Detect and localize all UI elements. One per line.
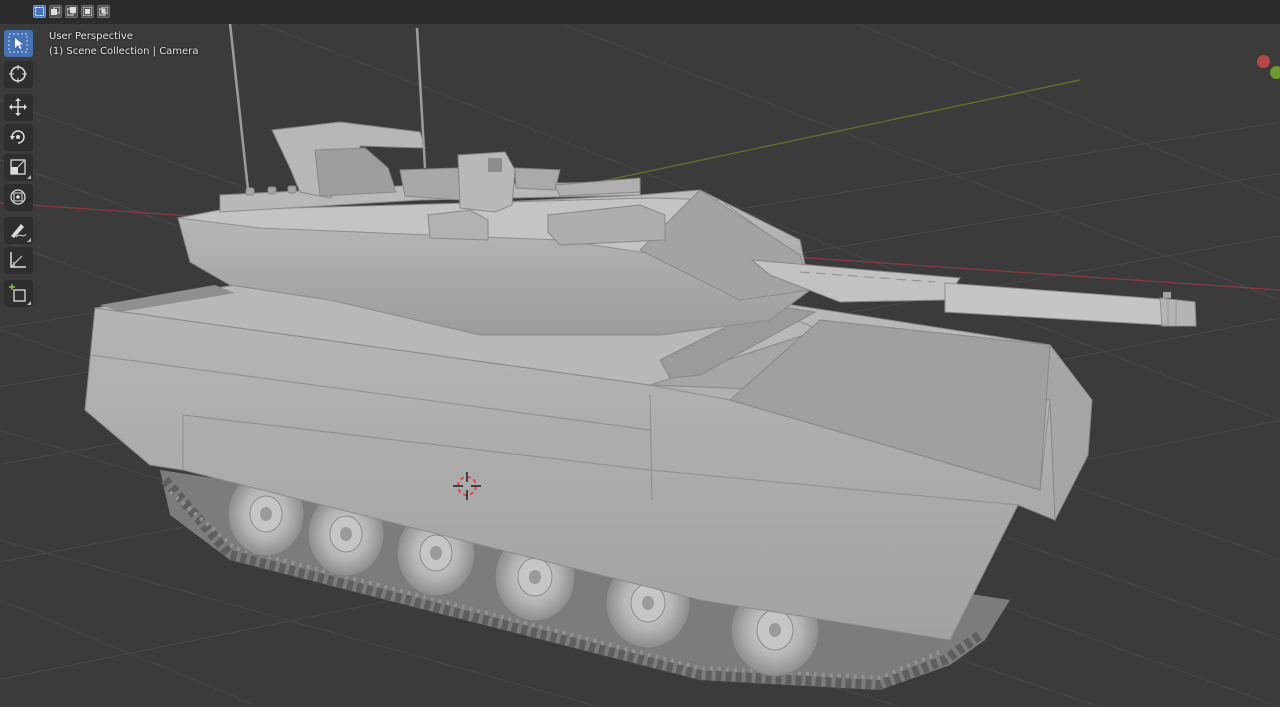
- rotate-icon: [10, 130, 25, 144]
- select-extend-icon[interactable]: [49, 5, 62, 18]
- tool-scale[interactable]: [4, 154, 33, 181]
- tool-options-corner: [27, 301, 31, 305]
- tool-add-cube[interactable]: [4, 280, 33, 307]
- tool-cursor[interactable]: [4, 61, 33, 88]
- gizmo-x-axis-dot[interactable]: [1257, 55, 1270, 68]
- measure-icon: [10, 252, 26, 268]
- tool-rotate[interactable]: [4, 124, 33, 151]
- select-subtract-icon[interactable]: [65, 5, 78, 18]
- commander-sight: [457, 151, 516, 213]
- viewport-scene[interactable]: [0, 0, 1280, 707]
- main-gun: [944, 282, 1197, 327]
- tool-move[interactable]: [4, 94, 33, 121]
- annotate-icon: [11, 224, 27, 238]
- viewport-header: [0, 0, 1280, 24]
- select-intersect-icon[interactable]: [97, 5, 110, 18]
- add-cube-icon: [9, 284, 26, 302]
- cursor-icon: [8, 33, 28, 53]
- antenna-left: [227, 13, 250, 191]
- tool-options-corner: [27, 238, 31, 242]
- tool-annotate[interactable]: [4, 217, 33, 244]
- turret-box-2: [427, 209, 489, 241]
- tool-options-corner: [27, 175, 31, 179]
- tank-model[interactable]: [84, 13, 1197, 691]
- scale-icon: [10, 159, 26, 175]
- gizmo-y-axis-dot[interactable]: [1270, 66, 1280, 79]
- move-icon: [9, 98, 27, 116]
- y-axis-line: [559, 79, 1081, 191]
- transform-icon: [10, 189, 26, 205]
- viewport-collection-label: (1) Scene Collection | Camera: [49, 46, 199, 57]
- select-invert-icon[interactable]: [81, 5, 94, 18]
- 3d-viewport[interactable]: [0, 0, 1280, 707]
- tool-measure[interactable]: [4, 247, 33, 274]
- select-box-icon[interactable]: [33, 5, 46, 18]
- viewport-perspective-label: User Perspective: [49, 31, 133, 42]
- 3d-cursor-icon: [9, 65, 27, 83]
- tool-transform[interactable]: [4, 184, 33, 211]
- tool-select-box[interactable]: [4, 30, 33, 57]
